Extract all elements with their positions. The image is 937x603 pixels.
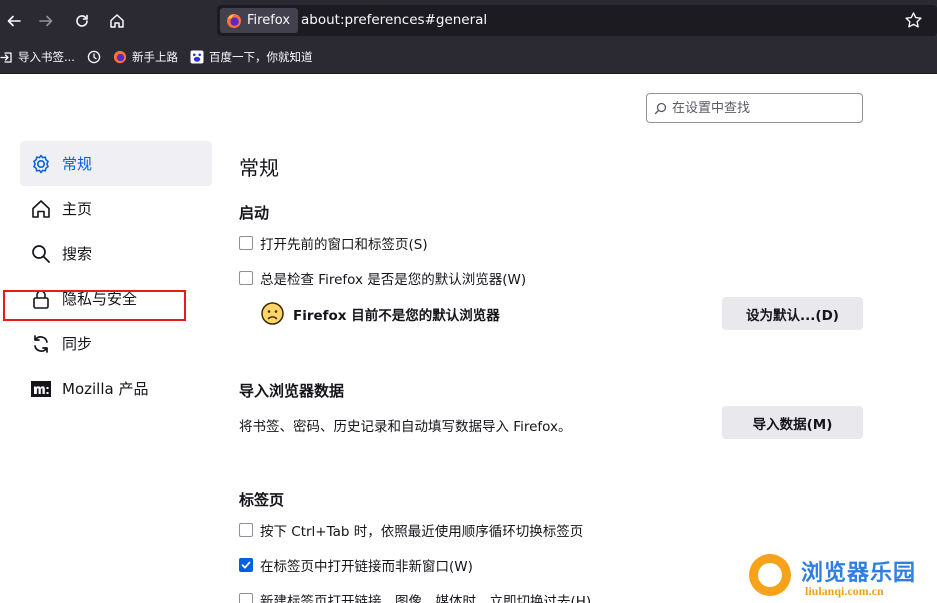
check-default-checkbox-row[interactable]: 总是检查 Firefox 是否是您的默认浏览器(W) (239, 268, 526, 288)
sidebar-item-label: 常规 (62, 155, 93, 173)
check-default-checkbox[interactable] (239, 271, 253, 285)
identity-box[interactable]: Firefox (220, 8, 299, 33)
bookmark-getting-started[interactable]: 新手上路 (107, 45, 184, 69)
forward-arrow-icon (39, 15, 53, 27)
checkbox-label: 在标签页中打开链接而非新窗口(W) (260, 559, 473, 575)
watermark-title: 浏览器乐园 (801, 560, 917, 586)
home-icon (110, 14, 124, 28)
tabs-heading: 标签页 (239, 491, 285, 509)
reload-button[interactable] (70, 9, 94, 33)
home-button[interactable] (105, 9, 129, 33)
url-text[interactable]: about:preferences#general (301, 5, 487, 36)
back-arrow-icon (7, 15, 21, 27)
search-input[interactable] (672, 100, 852, 116)
site-watermark: 浏览器乐园 liulanqi.com.cn (749, 551, 937, 603)
default-browser-status: Firefox 目前不是您的默认浏览器 (261, 302, 500, 325)
firefox-logo-icon (227, 13, 241, 28)
sync-icon (30, 333, 52, 355)
forward-button[interactable] (34, 9, 58, 33)
checkmark-icon (241, 561, 251, 569)
import-icon (0, 51, 12, 63)
open-links-checkbox[interactable] (239, 558, 253, 572)
annotation-highlight-box (3, 290, 186, 321)
open-previous-checkbox-row[interactable]: 打开先前的窗口和标签页(S) (239, 233, 428, 253)
import-heading: 导入浏览器数据 (239, 382, 345, 400)
import-description: 将书签、密码、历史记录和自动填写数据导入 Firefox。 (239, 419, 572, 435)
search-icon (30, 243, 52, 265)
search-icon (654, 102, 667, 114)
ctrl-tab-checkbox-row[interactable]: 按下 Ctrl+Tab 时，依照最近使用顺序循环切换标签页 (239, 520, 583, 540)
sidebar-item-search[interactable]: 搜索 (20, 231, 212, 276)
bookmark-label: 新手上路 (131, 50, 178, 64)
bookmark-label: 百度一下，你就知道 (208, 50, 313, 64)
checkbox-label: 按下 Ctrl+Tab 时，依照最近使用顺序循环切换标签页 (260, 524, 584, 540)
startup-heading: 启动 (239, 204, 270, 222)
gear-icon (30, 153, 52, 175)
checkbox-label: 总是检查 Firefox 是否是您的默认浏览器(W) (260, 272, 527, 288)
import-data-button[interactable]: 导入数据(M) (722, 406, 863, 439)
bookmark-recent[interactable] (81, 45, 107, 69)
bookmark-label: 导入书签... (18, 50, 75, 64)
home-icon (30, 198, 52, 220)
open-previous-checkbox[interactable] (239, 236, 253, 250)
sidebar-item-mozilla-products[interactable]: Mozilla 产品 (20, 366, 212, 411)
baidu-icon (190, 50, 204, 64)
checkbox-label: 新建标签页打开链接、图像、媒体时，立即切换过去(H) (260, 594, 592, 603)
watermark-logo-inner (758, 563, 782, 587)
sidebar-item-general[interactable]: 常规 (20, 141, 212, 186)
watermark-url: liulanqi.com.cn (805, 584, 884, 598)
clock-icon (87, 50, 101, 64)
firefox-icon (113, 50, 127, 64)
page-title: 常规 (239, 156, 279, 180)
reload-icon (76, 14, 88, 27)
preferences-search[interactable] (646, 93, 863, 123)
checkbox-label: 打开先前的窗口和标签页(S) (260, 237, 428, 253)
sidebar-item-label: 主页 (62, 200, 93, 218)
set-default-button[interactable]: 设为默认...(D) (722, 297, 863, 330)
bookmark-star-icon[interactable] (904, 11, 923, 30)
sad-face-icon (261, 302, 284, 325)
navigation-toolbar: Firefox about:preferences#general (0, 0, 937, 41)
identity-label: Firefox (247, 13, 291, 28)
bookmarks-toolbar: 导入书签... 新手上路 百度一下，你就知道 (0, 41, 937, 74)
bookmark-baidu[interactable]: 百度一下，你就知道 (184, 45, 319, 69)
bookmark-import[interactable]: 导入书签... (0, 45, 81, 69)
open-links-checkbox-row[interactable]: 在标签页中打开链接而非新窗口(W) (239, 555, 473, 575)
switch-to-new-checkbox[interactable] (239, 593, 253, 603)
back-button[interactable] (2, 9, 26, 33)
sidebar-item-sync[interactable]: 同步 (20, 321, 212, 366)
url-bar[interactable]: Firefox about:preferences#general (217, 5, 937, 36)
sidebar-item-label: 同步 (62, 335, 93, 353)
default-browser-status-text: Firefox 目前不是您的默认浏览器 (293, 307, 500, 324)
sidebar-item-home[interactable]: 主页 (20, 186, 212, 231)
mozilla-icon (30, 378, 52, 400)
sidebar-item-label: Mozilla 产品 (62, 380, 149, 398)
ctrl-tab-checkbox[interactable] (239, 523, 253, 537)
switch-to-new-checkbox-row[interactable]: 新建标签页打开链接、图像、媒体时，立即切换过去(H) (239, 590, 591, 603)
sidebar-item-label: 搜索 (62, 245, 93, 263)
